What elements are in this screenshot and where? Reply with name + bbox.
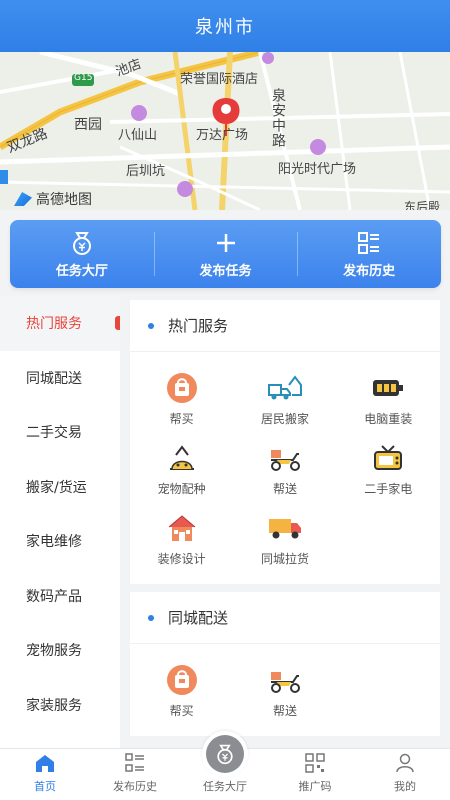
map-label-donghu: 东后殿: [404, 200, 441, 210]
tab-label: 首页: [34, 780, 56, 793]
tv-icon: [370, 442, 406, 474]
publish-history-button[interactable]: 发布历史: [297, 220, 441, 288]
scooter-icon: [267, 664, 303, 696]
service-label: 宠物配种: [157, 481, 206, 496]
house-icon: [164, 512, 200, 544]
service-used-appliances[interactable]: 二手家电: [337, 434, 440, 504]
map-label-rongyu: 荣誉国际酒店: [180, 72, 259, 87]
map-label-wanda: 万达广场: [196, 128, 249, 143]
service-help-send[interactable]: 帮送: [233, 656, 336, 726]
map-label-houkeng: 后圳坑: [126, 164, 166, 179]
service-city-freight[interactable]: 同城拉货: [233, 504, 336, 574]
service-help-send[interactable]: 帮送: [233, 434, 336, 504]
tab-task-hall[interactable]: 任务大厅: [180, 731, 270, 800]
service-computer-reinstall[interactable]: 电脑重装: [337, 364, 440, 434]
service-grid: 帮买 居民搬家 电脑重装 宠物配种 帮送 二手家电 装修设计 同城拉货: [130, 352, 440, 584]
map-label-quanan: 泉安中路: [270, 88, 286, 148]
service-renovation-design[interactable]: 装修设计: [130, 504, 233, 574]
list-icon: [125, 752, 145, 774]
publish-task-button[interactable]: 发布任务: [153, 220, 298, 288]
home-icon: [34, 752, 56, 774]
section-dot: [148, 614, 154, 621]
service-label: 同城拉货: [260, 551, 309, 566]
map-label-xiyuan: 西园: [74, 117, 102, 133]
service-label: 帮买: [169, 411, 194, 426]
map-label-g15: G15: [74, 73, 93, 83]
service-label: 帮买: [169, 703, 194, 718]
bottom-tab-bar: 首页 发布历史 任务大厅 推广码 我的: [0, 731, 450, 800]
service-label: 帮送: [272, 703, 297, 718]
tab-label: 发布历史: [113, 780, 157, 793]
tab-home[interactable]: 首页: [0, 749, 90, 800]
quick-action-banner: 任务大厅 发布任务 发布历史: [10, 220, 441, 288]
section-header: 热门服务: [130, 300, 440, 352]
service-label: 电脑重装: [364, 411, 413, 426]
map-provider-logo: 高德地图: [14, 189, 92, 209]
tab-profile[interactable]: 我的: [360, 749, 450, 800]
map-label-baxian: 八仙山: [118, 128, 158, 143]
sidebar-item-home-decor[interactable]: 家装服务: [0, 678, 120, 733]
map-provider-name: 高德地图: [36, 192, 92, 208]
top-header: 泉州市: [0, 0, 450, 52]
tab-promo-code[interactable]: 推广码: [270, 749, 360, 800]
sidebar-item-digital[interactable]: 数码产品: [0, 569, 120, 624]
sidebar-item-city-delivery[interactable]: 同城配送: [0, 351, 120, 406]
sidebar-item-second-hand[interactable]: 二手交易: [0, 405, 120, 460]
service-home-moving[interactable]: 居民搬家: [233, 364, 336, 434]
truck-icon: [267, 512, 303, 544]
section-dot: [148, 322, 154, 329]
service-label: 二手家电: [364, 481, 413, 496]
moving-truck-icon: [267, 372, 303, 404]
service-label: 装修设计: [157, 551, 206, 566]
publish-task-label: 发布任务: [199, 263, 252, 279]
sidebar-item-moving[interactable]: 搬家/货运: [0, 460, 120, 515]
battery-icon: [370, 372, 406, 404]
tab-label: 任务大厅: [203, 780, 247, 793]
service-content: 热门服务 帮买 居民搬家 电脑重装 宠物配种 帮送 二手家电 装修设计 同城拉货…: [130, 300, 440, 748]
city-title[interactable]: 泉州市: [195, 13, 255, 39]
section-city-delivery: 同城配送 帮买 帮送: [130, 592, 440, 736]
task-hall-label: 任务大厅: [55, 263, 108, 279]
list-icon: [357, 230, 381, 256]
sidebar-item-appliance-repair[interactable]: 家电维修: [0, 514, 120, 569]
shopping-bag-icon: [164, 664, 200, 696]
publish-history-label: 发布历史: [343, 263, 396, 279]
moneybag-icon: [206, 735, 244, 773]
plus-icon: [215, 230, 237, 256]
task-hall-button[interactable]: 任务大厅: [10, 220, 154, 288]
tab-label: 我的: [394, 780, 416, 793]
section-hot-services: 热门服务 帮买 居民搬家 电脑重装 宠物配种 帮送 二手家电 装修设计 同城拉货: [130, 300, 440, 584]
service-help-buy[interactable]: 帮买: [130, 364, 233, 434]
user-icon: [395, 752, 415, 774]
section-title: 同城配送: [168, 609, 229, 627]
service-grid: 帮买 帮送: [130, 644, 440, 736]
pet-icon: [164, 442, 200, 474]
tab-publish-history[interactable]: 发布历史: [90, 749, 180, 800]
qrcode-icon: [305, 752, 325, 774]
section-title: 热门服务: [168, 317, 229, 335]
map-view[interactable]: 池店 G15 荣誉国际酒店 双龙路 西园 八仙山 万达广场 泉安中路 后圳坑 阳…: [0, 52, 450, 210]
service-label: 帮送: [272, 481, 297, 496]
moneybag-icon: [69, 230, 95, 256]
service-pet-breeding[interactable]: 宠物配种: [130, 434, 233, 504]
scooter-icon: [267, 442, 303, 474]
task-hall-center-button[interactable]: [202, 731, 248, 777]
amap-logo-icon: [14, 192, 32, 206]
shopping-bag-icon: [164, 372, 200, 404]
sidebar-item-pet[interactable]: 宠物服务: [0, 623, 120, 678]
section-header: 同城配送: [130, 592, 440, 644]
service-help-buy[interactable]: 帮买: [130, 656, 233, 726]
sidebar-item-hot-services[interactable]: 热门服务: [0, 296, 120, 351]
tab-label: 推广码: [298, 780, 332, 793]
service-label: 居民搬家: [260, 411, 309, 426]
category-sidebar: 热门服务 同城配送 二手交易 搬家/货运 家电维修 数码产品 宠物服务 家装服务: [0, 296, 120, 748]
map-label-yangguang: 阳光时代广场: [278, 162, 357, 177]
